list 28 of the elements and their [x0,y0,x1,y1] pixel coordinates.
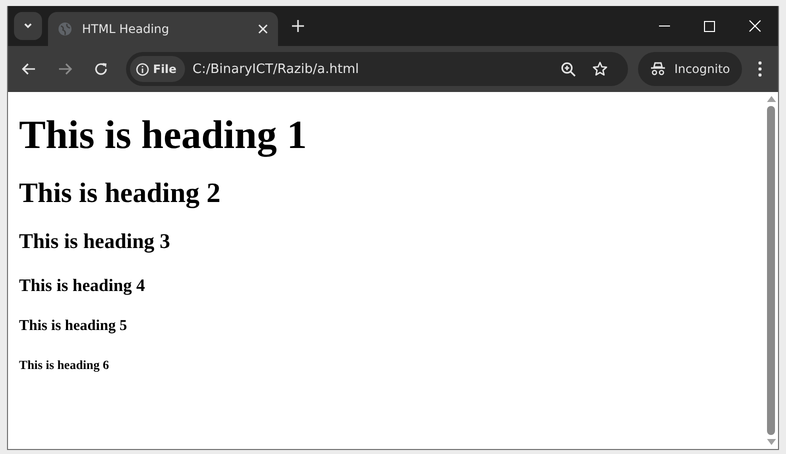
heading: This is heading 1 [19,112,308,158]
heading: This is heading 5 [19,318,128,336]
scroll-up-arrow-icon[interactable] [766,96,776,102]
heading: This is heading 3 [19,229,172,254]
url-text: C:/BinaryICT/Razib/a.html [192,62,359,76]
maximize-icon[interactable] [704,20,715,32]
site-info-button[interactable]: File [130,56,185,82]
new-tab-icon[interactable] [292,20,304,32]
reload-icon[interactable] [94,62,108,76]
address-bar[interactable]: File C:/BinaryICT/Razib/a.html [126,52,628,86]
back-arrow-icon[interactable] [22,63,36,75]
menu-icon[interactable] [758,61,762,77]
minimize-icon[interactable] [659,25,670,27]
scroll-down-arrow-icon[interactable] [766,439,776,445]
tab-title: HTML Heading [82,22,170,36]
heading: This is heading 6 [19,358,110,372]
browser-tab[interactable]: HTML Heading [48,12,278,46]
info-icon [136,62,149,76]
incognito-button[interactable]: Incognito [638,52,742,86]
zoom-in-icon[interactable] [561,62,576,76]
globe-icon [58,22,72,36]
heading: This is heading 2 [19,178,222,210]
heading: This is heading 4 [19,275,146,296]
scrollbar-thumb[interactable] [767,106,775,435]
star-icon[interactable] [592,61,608,77]
chevron-down-icon [23,22,33,30]
close-icon[interactable] [258,24,268,34]
incognito-icon [650,62,666,76]
